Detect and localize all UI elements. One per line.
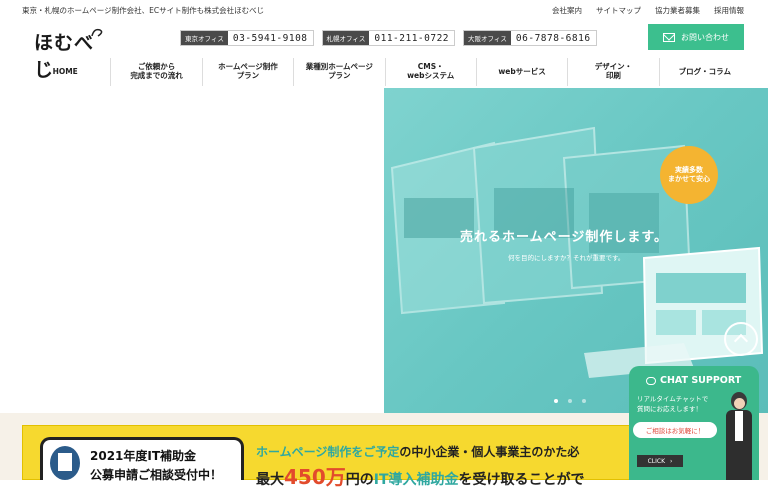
- arrow-right-icon: ›: [670, 457, 673, 465]
- phone-number: 011-211-0722: [374, 32, 450, 44]
- promo-subsidy-name: IT導入補助金: [373, 472, 459, 488]
- top-bar: 東京・札幌のホームページ制作会社、ECサイト制作も株式会社ほむべじ 会社案内 サ…: [0, 0, 768, 22]
- slider-dot[interactable]: [554, 399, 558, 403]
- chat-title: CHAT SUPPORT: [646, 375, 741, 386]
- subsidy-card-title: 2021年度IT補助金: [90, 449, 197, 463]
- nav-item-flow[interactable]: ご依頼から 完成までの流れ: [110, 58, 201, 86]
- site-logo[interactable]: ほむべじ: [34, 24, 110, 81]
- promo-highlight: ホームページ制作をご予定: [256, 445, 400, 459]
- mail-icon: [663, 32, 675, 42]
- main-nav: HOME ご依頼から 完成までの流れ ホームページ制作 プラン 業種別ホームペー…: [20, 58, 750, 86]
- chat-click-label: CLICK: [647, 457, 666, 465]
- device-mockups-illustration: [390, 126, 764, 378]
- phone-number: 03-5941-9108: [232, 32, 308, 44]
- promo-prefix: 最大: [256, 472, 284, 488]
- slider-dot[interactable]: [582, 399, 586, 403]
- slider-dots: [554, 399, 586, 403]
- phone-sapporo[interactable]: 札幌オフィス 011-211-0722: [321, 30, 456, 46]
- nav-item-home[interactable]: HOME: [20, 58, 110, 86]
- top-link-company[interactable]: 会社案内: [552, 5, 582, 16]
- promo-rest: を受け取ることがで: [458, 472, 585, 488]
- top-link-sitemap[interactable]: サイトマップ: [596, 5, 641, 16]
- chat-click-button[interactable]: CLICK ›: [637, 455, 683, 467]
- nav-item-design-print[interactable]: デザイン・ 印刷: [567, 58, 658, 86]
- promo-headline: ホームページ制作をご予定の中小企業・個人事業主のかた必: [256, 443, 579, 460]
- chevron-up-icon: [733, 333, 749, 349]
- chat-consult-pill[interactable]: ご相談はお気軽に！: [633, 422, 717, 438]
- promo-amount-line: 最大450万円のIT導入補助金を受け取ることがで: [256, 461, 585, 490]
- phone-tokyo[interactable]: 東京オフィス 03-5941-9108: [180, 30, 314, 46]
- nav-item-web-services[interactable]: webサービス: [475, 58, 567, 86]
- hero-left-panel: [0, 88, 384, 413]
- contact-button-label: お問い合わせ: [681, 32, 729, 42]
- nav-item-cms[interactable]: CMS・ webシステム: [384, 58, 476, 86]
- promo-mid: 円の: [345, 472, 374, 488]
- phone-osaka[interactable]: 大阪オフィス 06-7878-6816: [463, 30, 597, 46]
- hero-subline: 何を目的にしますか？それが重要です。: [508, 254, 625, 262]
- top-link-recruit[interactable]: 採用情報: [714, 5, 744, 16]
- achievement-badge: 実績多数 まかせて安心: [660, 146, 718, 204]
- chat-bubble-icon: [646, 376, 656, 385]
- phone-number: 06-7878-6816: [515, 32, 591, 44]
- nav-item-plans[interactable]: ホームページ制作 プラン: [201, 58, 293, 86]
- phone-label: 大阪オフィス: [464, 31, 511, 45]
- phone-label: 札幌オフィス: [322, 31, 370, 45]
- logo-sprout-icon: [91, 28, 103, 37]
- promo-headline-rest: の中小企業・個人事業主のかた必: [399, 445, 580, 459]
- nav-item-blog[interactable]: ブログ・コラム: [658, 58, 750, 86]
- phone-label: 東京オフィス: [181, 31, 228, 45]
- chat-description: リアルタイムチャットで 質問にお応えします！: [637, 395, 709, 413]
- phone-numbers: 東京オフィス 03-5941-9108 札幌オフィス 011-211-0722 …: [180, 30, 597, 46]
- chat-title-label: CHAT SUPPORT: [660, 375, 742, 386]
- hero-headline: 売れるホームページ制作します。: [460, 230, 669, 245]
- support-staff-avatar: [724, 392, 754, 480]
- scroll-top-button[interactable]: [724, 322, 758, 356]
- site-tagline: 東京・札幌のホームページ制作会社、ECサイト制作も株式会社ほむべじ: [22, 6, 265, 15]
- promo-amount: 450万: [284, 465, 346, 489]
- hero-image: [384, 88, 768, 413]
- document-icon: [50, 446, 80, 480]
- subsidy-card-subtitle: 公募申請ご相談受付中！: [90, 468, 223, 482]
- contact-button[interactable]: お問い合わせ: [648, 24, 744, 50]
- nav-item-industry-plans[interactable]: 業種別ホームページ プラン: [293, 58, 384, 86]
- slider-dot[interactable]: [568, 399, 572, 403]
- top-links: 会社案内 サイトマップ 協力業者募集 採用情報: [552, 5, 744, 16]
- top-link-partners[interactable]: 協力業者募集: [655, 5, 700, 16]
